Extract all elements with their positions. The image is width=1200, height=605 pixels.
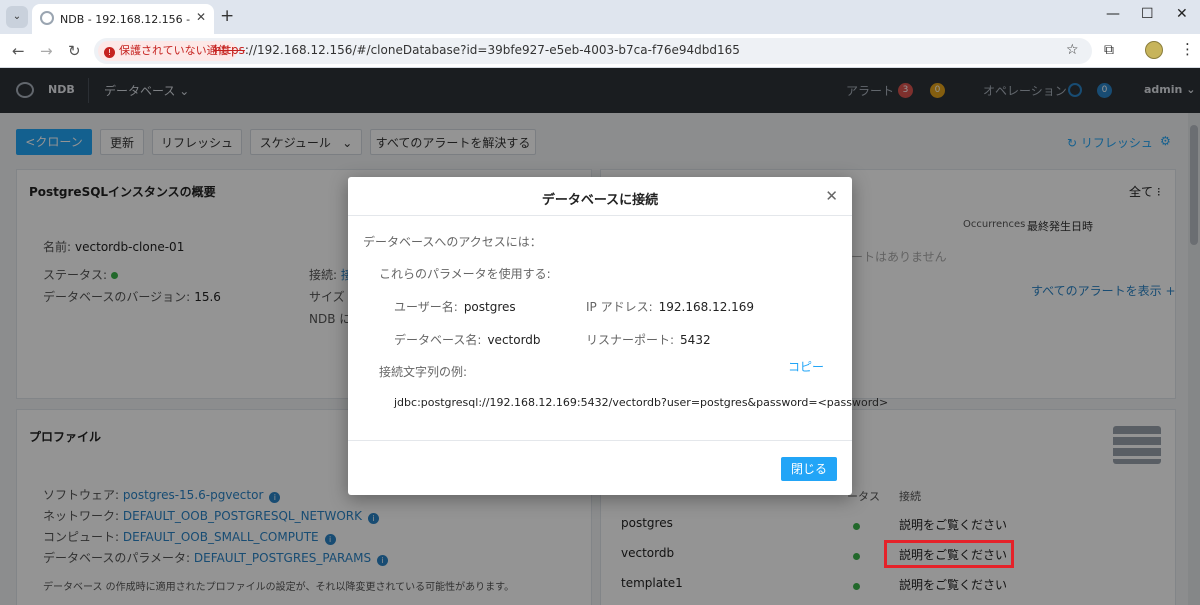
connection-string: jdbc:postgresql://192.168.12.169:5432/ve… (394, 396, 889, 409)
profile-avatar[interactable] (1145, 41, 1163, 59)
ndb-favicon-icon (40, 11, 54, 25)
new-tab-icon[interactable]: + (220, 6, 234, 26)
modal-footer-divider (348, 440, 852, 441)
extensions-icon[interactable]: ⧉ (1104, 42, 1114, 58)
highlight-box (884, 540, 1014, 568)
close-icon[interactable]: ✕ (825, 187, 838, 205)
warning-icon: ! (104, 47, 115, 58)
minimize-icon[interactable]: — (1106, 6, 1120, 22)
modal-header: データベースに接続 ✕ (348, 177, 852, 216)
tab-search-icon[interactable]: ⌄ (6, 6, 28, 28)
connect-database-modal: データベースに接続 ✕ データベースへのアクセスには： これらのパラメータを使用… (348, 177, 888, 495)
ip-field: IP アドレス: 192.168.12.169 (586, 300, 755, 314)
browser-tab[interactable]: NDB - 192.168.12.156 - データベース ✕ (32, 4, 214, 34)
reload-icon[interactable]: ↻ (68, 42, 81, 60)
close-button[interactable]: 閉じる (781, 457, 837, 481)
params-heading: これらのパラメータを使用する: (379, 267, 551, 281)
tab-close-icon[interactable]: ✕ (196, 10, 206, 24)
username-field: ユーザー名: postgres (394, 300, 516, 314)
more-menu-icon[interactable]: ⋮ (1180, 40, 1195, 58)
modal-intro: データベースへのアクセスには： (363, 235, 542, 249)
url-text: https://192.168.12.156/#/cloneDatabase?i… (214, 43, 740, 57)
modal-title: データベースに接続 (541, 193, 659, 208)
copy-link[interactable]: コピー (788, 358, 824, 375)
back-icon[interactable]: ← (12, 42, 25, 60)
address-bar: ← → ↻ ! 保護されていない通信 https://192.168.12.156… (0, 34, 1200, 68)
example-label: 接続文字列の例: (379, 365, 468, 379)
bookmark-star-icon[interactable]: ☆ (1066, 42, 1079, 58)
browser-tab-bar: ⌄ NDB - 192.168.12.156 - データベース ✕ + — ☐ … (0, 0, 1200, 34)
port-field: リスナーポート: 5432 (586, 333, 711, 347)
window-close-icon[interactable]: ✕ (1176, 6, 1188, 22)
dbname-field: データベース名: vectordb (394, 333, 541, 347)
tab-title: NDB - 192.168.12.156 - データベース (60, 13, 190, 26)
maximize-icon[interactable]: ☐ (1141, 6, 1154, 22)
forward-icon[interactable]: → (40, 42, 53, 60)
url-field[interactable]: ! 保護されていない通信 https://192.168.12.156/#/clo… (94, 38, 1092, 64)
